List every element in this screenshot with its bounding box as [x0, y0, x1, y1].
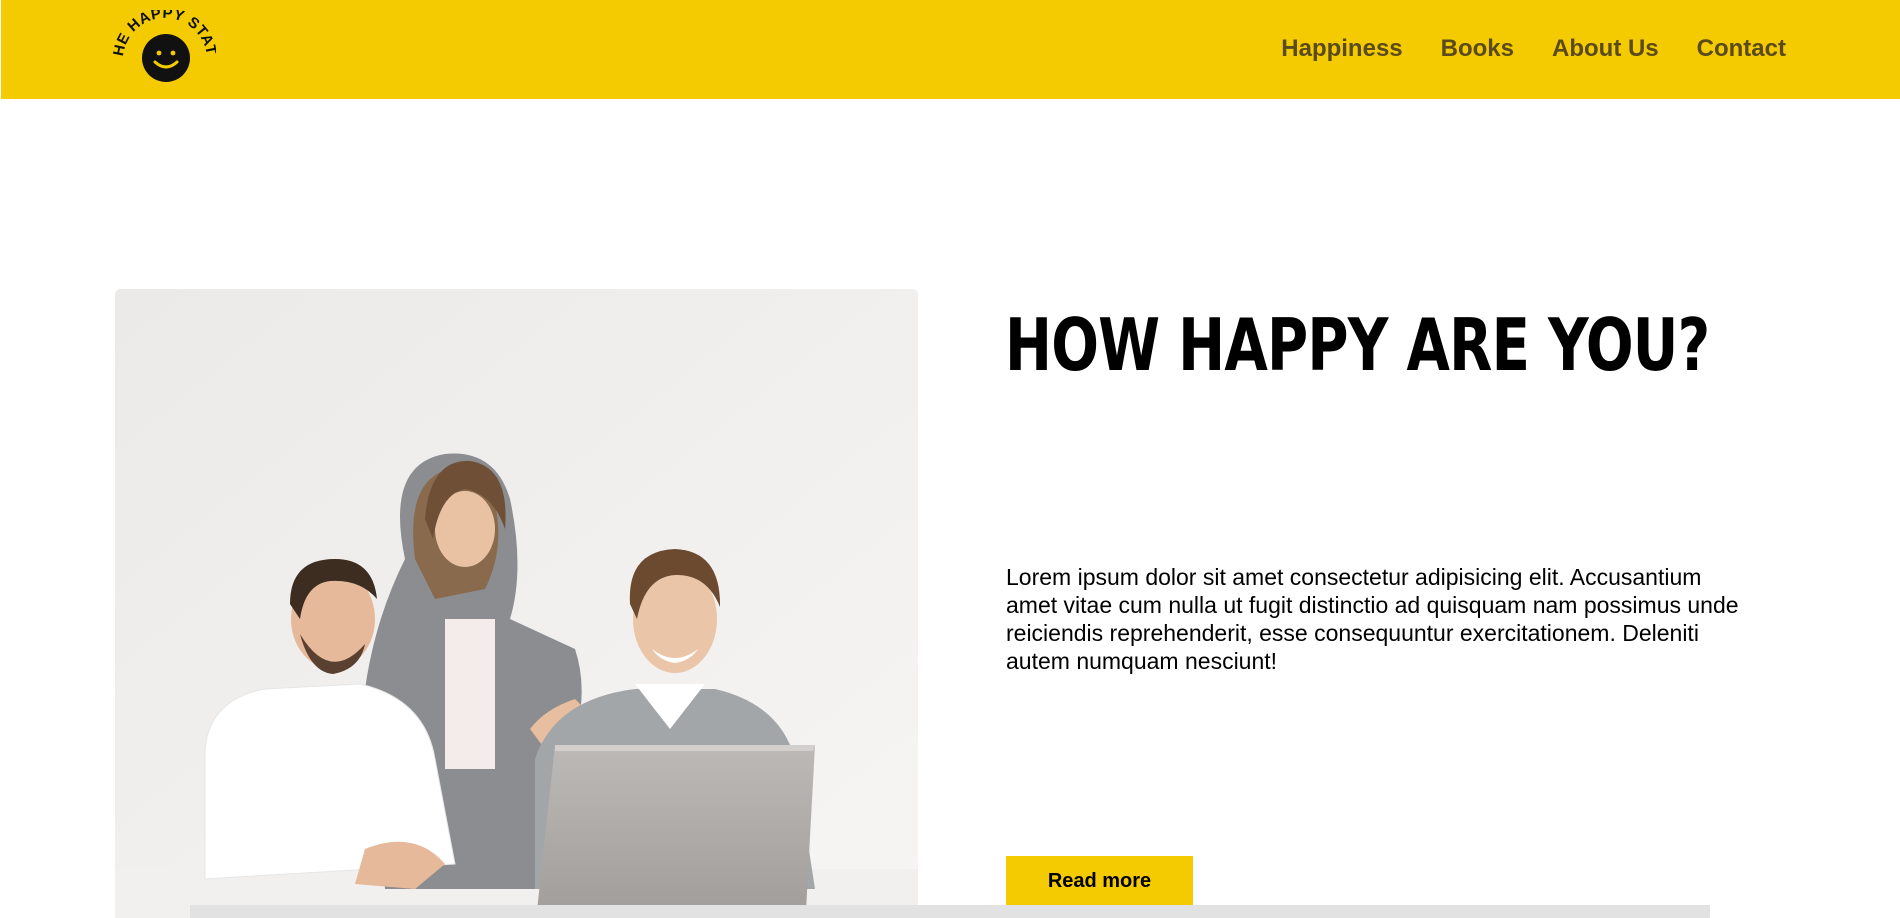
site-logo[interactable]: THE HAPPY STATS — [111, 10, 216, 86]
nav-link-happiness[interactable]: Happiness — [1281, 34, 1402, 64]
navbar: THE HAPPY STATS Happiness Books About Us… — [1, 0, 1900, 99]
hero-description: Lorem ipsum dolor sit amet consectetur a… — [1006, 564, 1739, 674]
smiley-face-icon: THE HAPPY STATS — [111, 10, 216, 82]
nav-link-books[interactable]: Books — [1441, 34, 1514, 64]
read-more-button[interactable]: Read more — [1006, 856, 1193, 906]
hero-image — [115, 289, 918, 918]
section-divider — [190, 905, 1710, 918]
nav-link-contact[interactable]: Contact — [1697, 34, 1786, 64]
main-nav: Happiness Books About Us Contact — [1281, 34, 1786, 64]
nav-link-about-us[interactable]: About Us — [1552, 34, 1659, 64]
hero-title: HOW HAPPY ARE YOU? — [1005, 303, 1710, 387]
